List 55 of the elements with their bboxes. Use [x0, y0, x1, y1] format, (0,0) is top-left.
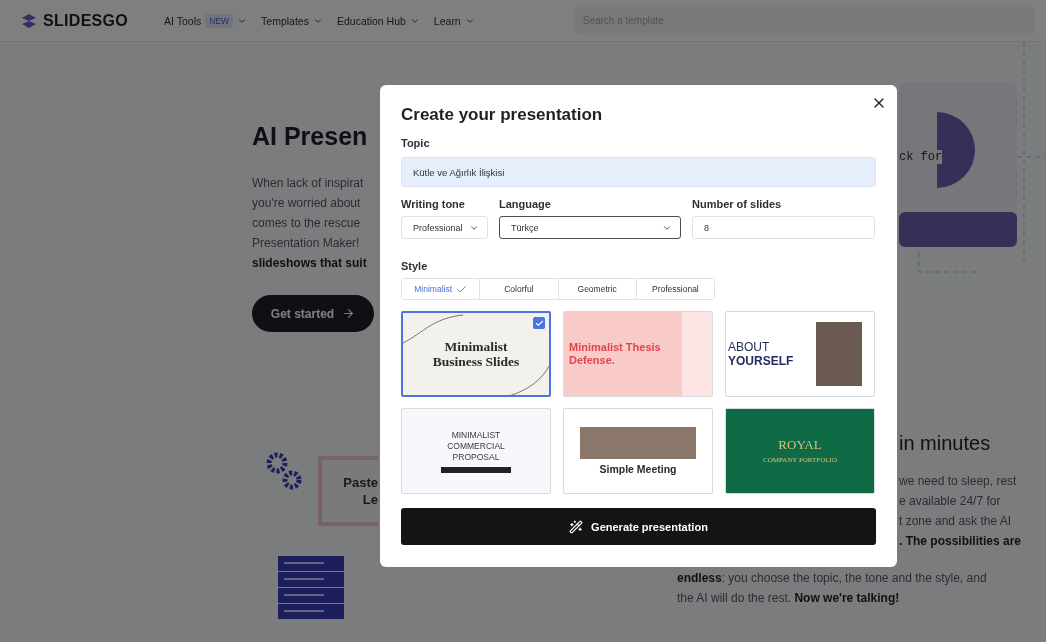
slides-field[interactable]: 8: [692, 216, 875, 239]
gears-icon: [266, 452, 302, 492]
nav-menu[interactable]: Templates: [261, 14, 323, 27]
nav-menu[interactable]: Learn: [433, 14, 475, 27]
checkbox-icon: [533, 317, 545, 329]
template-title: Simple Meeting: [599, 463, 677, 475]
tone-select[interactable]: Professional: [401, 216, 488, 239]
dialog-title: Create your presentation: [401, 105, 604, 125]
section-text: we need to sleep, rest: [899, 473, 1018, 490]
hero-text: When lack of inspirat: [252, 175, 365, 192]
template-card[interactable]: Minimalist Business Slides: [401, 311, 551, 397]
section-text: t zone and ask the AI: [899, 513, 1013, 530]
hero-text: comes to the rescue: [252, 215, 362, 232]
template-card[interactable]: Simple Meeting: [563, 408, 713, 494]
code-text: ck for: [899, 150, 943, 164]
section-text: e available 24/7 for: [899, 493, 1002, 510]
photo-placeholder: [816, 322, 862, 386]
template-card[interactable]: MINIMALIST COMMERCIAL PROPOSAL: [401, 408, 551, 494]
template-title: MINIMALIST COMMERCIAL PROPOSAL: [446, 429, 506, 463]
hero-text: Presentation Maker!: [252, 235, 361, 252]
generate-button[interactable]: Generate presentation: [401, 508, 876, 545]
get-started-button[interactable]: Get started: [252, 295, 374, 332]
topic-field[interactable]: Kütle ve Ağırlık İlişkisi: [401, 157, 876, 187]
card-text: Paste: [343, 474, 378, 491]
section-text: . The possibilities are: [899, 533, 1023, 550]
card-text: Le: [362, 491, 378, 508]
field-label: Language: [499, 198, 552, 210]
template-title: Minimalist Business Slides: [431, 339, 521, 369]
logo-icon: [20, 12, 38, 29]
field-label: Writing tone: [401, 198, 466, 210]
field-label: Style: [401, 260, 429, 272]
language-select[interactable]: Türkçe: [499, 216, 681, 239]
field-label: Number of slides: [692, 198, 783, 210]
new-badge: NEW: [205, 13, 234, 28]
field-label: Topic: [401, 137, 431, 149]
template-title: ABOUT YOURSELF: [728, 340, 795, 368]
section-text: the AI will do the rest. Now we're talking!: [677, 590, 901, 607]
hero-text: you're worried about: [252, 195, 362, 212]
logo-text: SLIDESGO: [43, 11, 129, 30]
arrow-right-icon: [342, 307, 356, 320]
server-stack-icon: [278, 556, 344, 620]
hero-title: AI Presen: [252, 122, 369, 151]
nav-menu[interactable]: AI Tools NEW: [164, 13, 248, 28]
check-icon: [456, 283, 467, 295]
hero-text: slideshows that suit: [252, 255, 368, 272]
section-title: in minutes: [899, 432, 992, 455]
template-title: Minimalist Thesis Defense.: [569, 341, 662, 367]
template-title: ROYAL: [778, 438, 822, 452]
section-text: endless: you choose the topic, the tone and the style, and: [677, 570, 988, 587]
subtitle-bar: [441, 466, 511, 473]
nav-menu[interactable]: Education Hub: [336, 14, 420, 27]
magic-wand-icon: [569, 519, 584, 534]
template-card[interactable]: ABOUT YOURSELF: [725, 311, 875, 397]
logo[interactable]: SLIDESGO: [20, 11, 129, 30]
style-tab[interactable]: Professional: [635, 279, 714, 299]
